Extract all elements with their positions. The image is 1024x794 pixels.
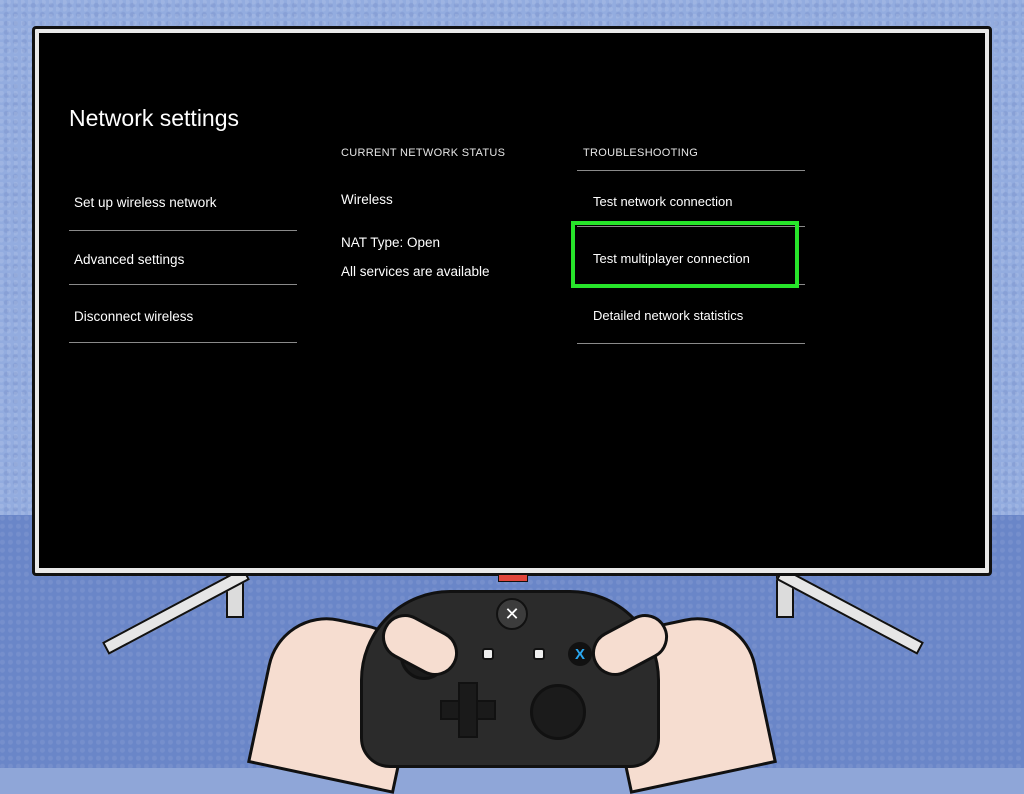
test-network-connection[interactable]: Test network connection [593, 194, 732, 209]
menu-divider [69, 342, 297, 343]
troubleshooting-divider [577, 343, 805, 344]
menu-button[interactable] [533, 648, 545, 660]
services-status: All services are available [341, 264, 490, 279]
menu-divider [69, 284, 297, 285]
page-title: Network settings [69, 105, 240, 131]
menu-divider [69, 230, 297, 231]
troubleshooting-divider [577, 170, 805, 171]
troubleshooting-heading: TROUBLESHOOTING [583, 147, 699, 159]
status-heading: CURRENT NETWORK STATUS [341, 147, 506, 159]
menu-setup-wireless[interactable]: Set up wireless network [74, 195, 217, 210]
detailed-network-statistics[interactable]: Detailed network statistics [593, 308, 743, 323]
menu-disconnect-wireless[interactable]: Disconnect wireless [74, 309, 193, 324]
right-thumbstick[interactable] [530, 684, 586, 740]
menu-advanced-settings[interactable]: Advanced settings [74, 252, 184, 267]
x-button[interactable]: X [568, 642, 592, 666]
view-button[interactable] [482, 648, 494, 660]
tv-power-led [498, 574, 528, 582]
dpad-vertical[interactable] [458, 682, 478, 738]
selection-highlight [571, 221, 799, 288]
connection-type: Wireless [341, 192, 393, 207]
xbox-logo-icon[interactable]: ✕ [496, 598, 528, 630]
nat-type: NAT Type: Open [341, 235, 441, 250]
